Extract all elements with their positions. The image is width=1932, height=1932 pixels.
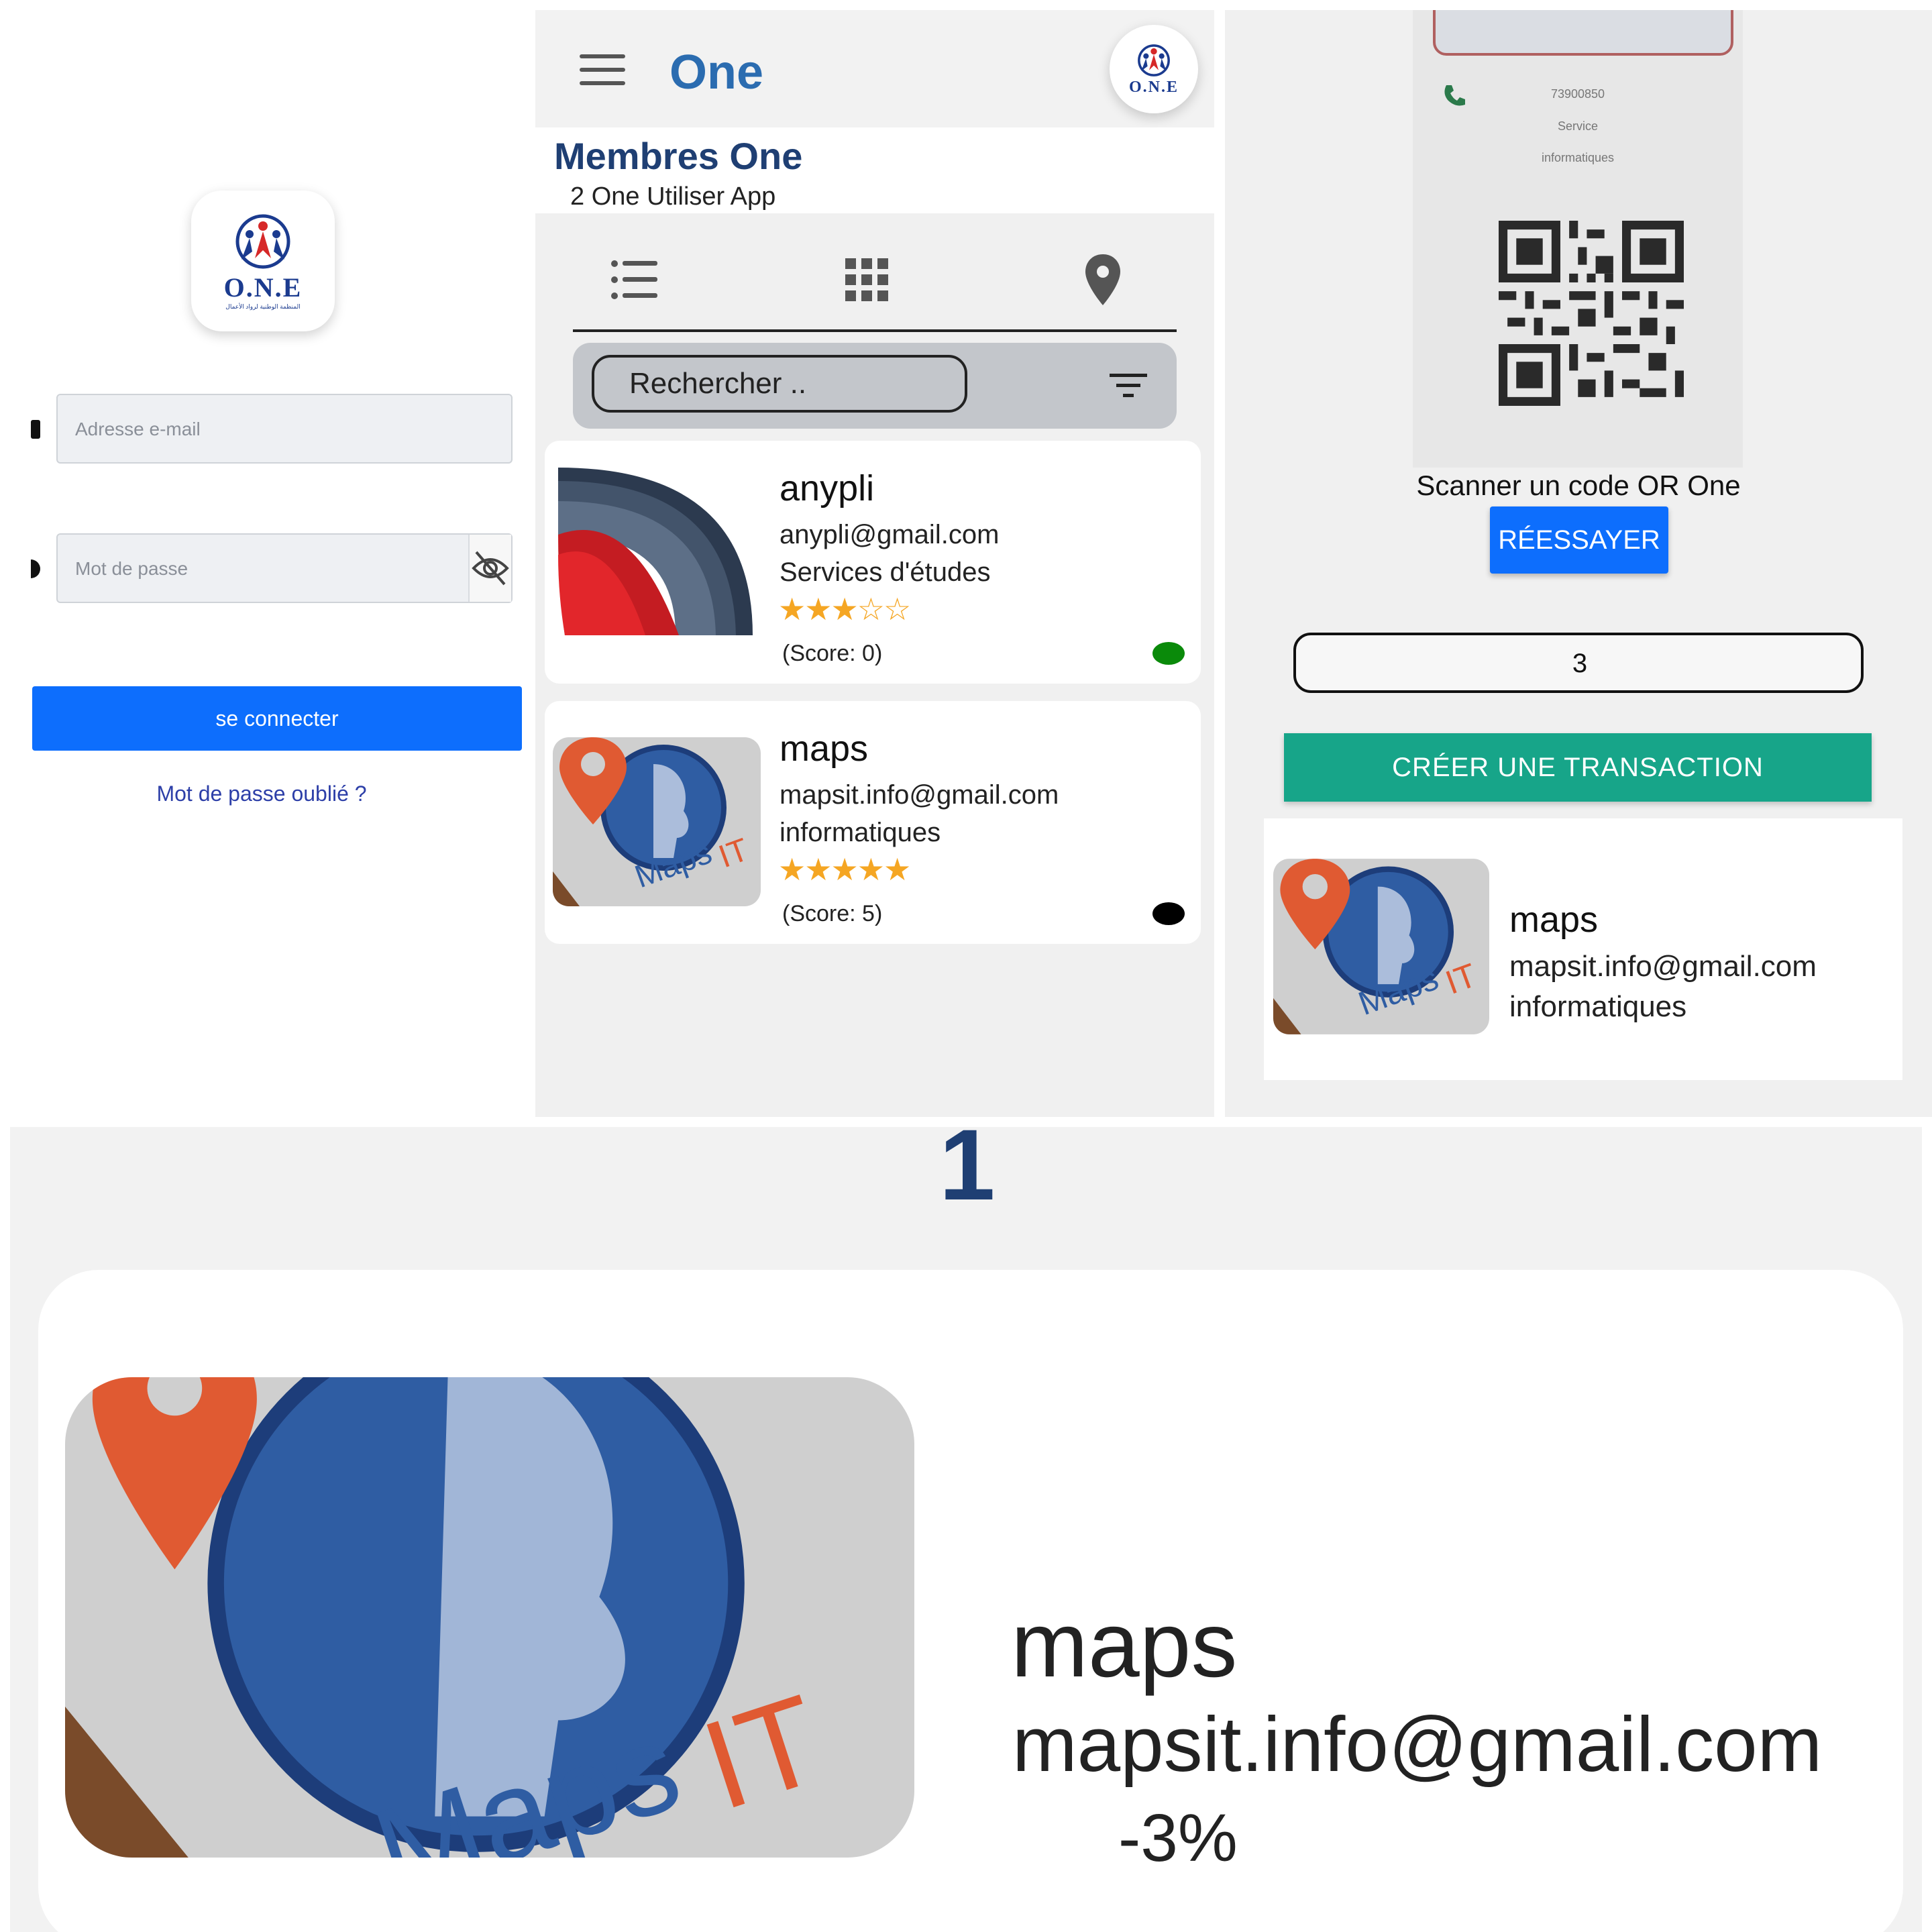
member-category: Services d'études bbox=[780, 557, 991, 587]
scan-screen: 73900850 Service informatiques Scanner u… bbox=[1225, 10, 1932, 1117]
view-toggle bbox=[573, 238, 1177, 332]
detail-name: maps bbox=[1011, 1593, 1238, 1697]
search-box[interactable] bbox=[592, 355, 967, 413]
email-prefix-icon bbox=[31, 420, 40, 439]
search-bar bbox=[573, 343, 1177, 429]
grid-icon[interactable] bbox=[845, 258, 888, 301]
qr-code bbox=[1499, 221, 1684, 406]
scan-caption: Scanner un code OR One bbox=[1416, 470, 1741, 501]
card-line-1: Service bbox=[1557, 119, 1599, 133]
member-email: anypli@gmail.com bbox=[780, 520, 1000, 549]
app-bar: One O.N.E bbox=[535, 10, 1214, 127]
create-transaction-button[interactable]: CRÉER UNE TRANSACTION bbox=[1284, 733, 1872, 802]
member-score: (Score: 5) bbox=[782, 901, 883, 926]
login-screen: O.N.E المنظمة الوطنية لرواد الأعمال se c… bbox=[0, 0, 530, 1117]
logo-text: O.N.E bbox=[1128, 78, 1179, 96]
status-dot-active bbox=[1152, 642, 1185, 665]
one-logo: O.N.E المنظمة الوطنية لرواد الأعمال bbox=[191, 191, 335, 331]
scan-result-card: Maps IT maps mapsit.info@gmail.com infor… bbox=[1264, 818, 1902, 1080]
amount-field[interactable] bbox=[1293, 633, 1864, 693]
menu-icon[interactable] bbox=[580, 54, 625, 87]
card-phone: 73900850 bbox=[1550, 87, 1605, 101]
retry-button[interactable]: RÉESSAYER bbox=[1490, 506, 1668, 574]
password-field[interactable] bbox=[56, 533, 513, 603]
maps-it-logo: Maps IT bbox=[1273, 859, 1489, 1034]
logo-subtitle: المنظمة الوطنية لرواد الأعمال bbox=[225, 303, 301, 310]
page-title: Membres One bbox=[554, 135, 803, 177]
status-dot-inactive bbox=[1152, 902, 1185, 925]
email-input[interactable] bbox=[74, 395, 439, 464]
email-field[interactable] bbox=[56, 394, 513, 464]
step-number: 1 bbox=[939, 1127, 996, 1221]
member-card-anypli[interactable]: anypli anypli@gmail.com Services d'étude… bbox=[545, 441, 1201, 684]
app-title: One bbox=[669, 46, 764, 99]
eye-off-icon bbox=[472, 551, 509, 586]
result-category: informatiques bbox=[1509, 990, 1687, 1023]
maps-it-logo-large: Maps IT bbox=[65, 1377, 914, 1858]
camera-preview: 73900850 Service informatiques bbox=[1413, 10, 1743, 468]
map-pin-icon[interactable] bbox=[1084, 253, 1122, 307]
rating-stars: ★★★☆☆ bbox=[778, 592, 911, 627]
filter-icon[interactable] bbox=[1110, 372, 1147, 399]
amount-input[interactable] bbox=[1296, 635, 1864, 692]
anypli-logo bbox=[558, 468, 753, 635]
one-logo-figures-icon bbox=[235, 214, 290, 269]
forgot-password-link[interactable]: Mot de passe oublié ? bbox=[0, 782, 523, 806]
detail-card: Maps IT maps mapsit.info@gmail.com -3% bbox=[38, 1270, 1903, 1932]
scanned-card-top bbox=[1433, 10, 1733, 56]
rating-stars: ★★★★★ bbox=[778, 852, 911, 887]
maps-it-logo: Maps IT bbox=[553, 737, 761, 906]
member-name: maps bbox=[780, 729, 869, 769]
detail-email: mapsit.info@gmail.com bbox=[1012, 1701, 1823, 1788]
password-input[interactable] bbox=[74, 535, 439, 603]
password-prefix-icon bbox=[31, 559, 40, 578]
login-button[interactable]: se connecter bbox=[32, 686, 522, 751]
list-icon[interactable] bbox=[610, 258, 659, 301]
member-card-maps[interactable]: Maps IT maps mapsit.info@gmail.com infor… bbox=[545, 701, 1201, 944]
page-subtitle: 2 One Utiliser App bbox=[570, 182, 776, 211]
toggle-password-visibility[interactable] bbox=[468, 535, 511, 602]
member-score: (Score: 0) bbox=[782, 641, 883, 666]
transaction-detail: 1 Maps IT maps mapsit.info@gmail.com -3% bbox=[10, 1127, 1922, 1932]
logo-text: O.N.E bbox=[223, 272, 303, 303]
members-header: Membres One 2 One Utiliser App bbox=[535, 127, 1214, 213]
view-toggle-underline bbox=[573, 329, 1177, 332]
card-line-2: informatiques bbox=[1541, 151, 1615, 164]
members-screen: One O.N.E Membres One 2 One Utiliser App bbox=[535, 10, 1214, 1117]
member-email: mapsit.info@gmail.com bbox=[780, 780, 1059, 810]
member-name: anypli bbox=[780, 468, 875, 508]
detail-discount: -3% bbox=[1118, 1801, 1238, 1876]
member-category: informatiques bbox=[780, 818, 941, 847]
result-name: maps bbox=[1509, 900, 1599, 940]
one-logo-small[interactable]: O.N.E bbox=[1110, 25, 1198, 113]
result-email: mapsit.info@gmail.com bbox=[1509, 950, 1817, 983]
search-input[interactable] bbox=[594, 358, 965, 410]
one-logo-figures-icon bbox=[1138, 44, 1170, 76]
